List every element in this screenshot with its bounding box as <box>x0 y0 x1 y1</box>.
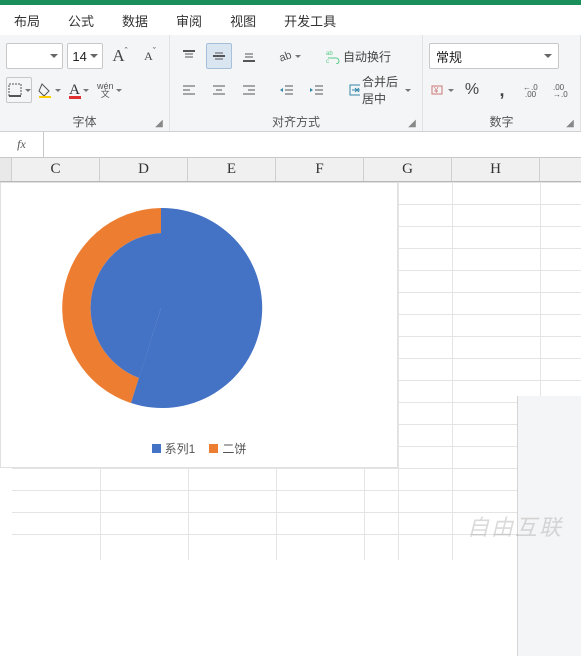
font-size-value: 14 <box>72 49 86 64</box>
watermark: 自由互联 <box>467 510 563 542</box>
tab-view[interactable]: 视图 <box>216 5 270 36</box>
fill-color-icon <box>37 82 53 98</box>
increase-font-icon: A <box>112 46 124 66</box>
borders-icon <box>7 82 23 98</box>
svg-text:c: c <box>326 59 329 64</box>
borders-button[interactable] <box>6 77 32 103</box>
increase-indent-button[interactable] <box>304 77 330 103</box>
increase-decimal-button[interactable]: ←.0.00 <box>519 77 545 103</box>
font-size-combo[interactable]: 14 <box>67 43 103 69</box>
fx-label[interactable]: fx <box>0 132 44 157</box>
number-group-label: 数字 <box>489 113 513 130</box>
currency-button[interactable]: ¥ <box>429 77 455 103</box>
svg-text:ab: ab <box>278 49 293 64</box>
chart-plot-area: 系列1 二饼 <box>1 183 397 467</box>
align-top-icon <box>181 48 197 64</box>
number-group-launcher[interactable]: ◢ <box>564 117 576 129</box>
font-group-launcher[interactable]: ◢ <box>153 117 165 129</box>
orientation-icon: ab <box>277 48 293 64</box>
align-center-icon <box>211 82 227 98</box>
column-headers: C D E F G H <box>0 158 581 182</box>
merge-center-label: 合并后居中 <box>362 73 403 107</box>
merge-center-icon <box>349 82 360 98</box>
worksheet[interactable]: C D E F G H <box>0 158 581 560</box>
percent-button[interactable]: % <box>459 77 485 103</box>
align-center-button[interactable] <box>206 77 232 103</box>
ribbon-group-number: 常规 ¥ % , ←.0.00 .00→.0 <box>423 35 581 131</box>
chart-legend: 系列1 二饼 <box>1 440 397 457</box>
phonetic-icon: wén文 <box>97 82 114 98</box>
align-group-launcher[interactable]: ◢ <box>406 117 418 129</box>
ribbon-tabs: 布局 公式 数据 审阅 视图 开发工具 <box>0 5 581 35</box>
legend-label-1: 系列1 <box>165 440 196 457</box>
legend-item-series1[interactable]: 系列1 <box>152 440 196 457</box>
currency-icon: ¥ <box>430 82 446 98</box>
decrease-indent-button[interactable] <box>274 77 300 103</box>
svg-text:¥: ¥ <box>433 86 439 95</box>
font-group-label: 字体 <box>72 113 96 130</box>
comma-style-button[interactable]: , <box>489 77 515 103</box>
align-middle-icon <box>211 48 227 64</box>
col-header-next[interactable] <box>540 158 581 181</box>
tab-developer[interactable]: 开发工具 <box>270 5 350 36</box>
col-header-g[interactable]: G <box>364 158 452 181</box>
pie-chart <box>1 183 399 469</box>
wrap-text-icon: ab c <box>325 48 341 64</box>
merge-center-button[interactable]: 合并后居中 <box>344 77 416 103</box>
decrease-indent-icon <box>279 82 295 98</box>
decrease-font-icon: A <box>144 49 153 64</box>
svg-text:.00: .00 <box>525 90 537 98</box>
ribbon: 14 Aˆ Aˇ A <box>0 35 581 132</box>
col-header-d[interactable]: D <box>100 158 188 181</box>
align-right-button[interactable] <box>236 77 262 103</box>
col-header-f[interactable]: F <box>276 158 364 181</box>
select-all-corner[interactable] <box>0 158 12 181</box>
align-group-label: 对齐方式 <box>272 113 320 130</box>
percent-icon: % <box>465 81 479 99</box>
tab-data[interactable]: 数据 <box>108 5 162 36</box>
align-bottom-icon <box>241 48 257 64</box>
chart-object[interactable]: 系列1 二饼 <box>0 182 398 468</box>
legend-label-2: 二饼 <box>222 440 246 457</box>
tab-formula[interactable]: 公式 <box>54 5 108 36</box>
decrease-decimal-icon: .00→.0 <box>553 82 571 98</box>
phonetic-button[interactable]: wén文 <box>96 77 123 103</box>
font-name-combo[interactable] <box>6 43 63 69</box>
increase-indent-icon <box>309 82 325 98</box>
svg-text:→.0: →.0 <box>553 90 568 98</box>
number-format-value: 常规 <box>436 47 462 66</box>
align-middle-button[interactable] <box>206 43 232 69</box>
formula-input[interactable] <box>44 132 581 157</box>
col-header-h[interactable]: H <box>452 158 540 181</box>
tab-layout[interactable]: 布局 <box>0 5 54 36</box>
col-header-c[interactable]: C <box>12 158 100 181</box>
align-right-icon <box>241 82 257 98</box>
align-left-button[interactable] <box>176 77 202 103</box>
increase-font-button[interactable]: Aˆ <box>107 43 133 69</box>
wrap-text-label: 自动换行 <box>343 48 391 65</box>
font-color-button[interactable]: A <box>66 77 92 103</box>
ribbon-group-align: ab ab c 自动换行 <box>170 35 423 131</box>
legend-swatch-1 <box>152 444 161 453</box>
increase-decimal-icon: ←.0.00 <box>523 82 541 98</box>
align-top-button[interactable] <box>176 43 202 69</box>
orientation-button[interactable]: ab <box>276 43 302 69</box>
tab-review[interactable]: 审阅 <box>162 5 216 36</box>
svg-text:ab: ab <box>326 51 333 57</box>
legend-swatch-2 <box>209 444 218 453</box>
formula-bar: fx <box>0 132 581 158</box>
fill-color-button[interactable] <box>36 77 62 103</box>
ribbon-group-font: 14 Aˆ Aˇ A <box>0 35 170 131</box>
legend-item-series2[interactable]: 二饼 <box>209 440 246 457</box>
align-left-icon <box>181 82 197 98</box>
comma-icon: , <box>499 80 504 101</box>
number-format-combo[interactable]: 常规 <box>429 43 559 69</box>
align-bottom-button[interactable] <box>236 43 262 69</box>
decrease-font-button[interactable]: Aˇ <box>137 43 163 69</box>
col-header-e[interactable]: E <box>188 158 276 181</box>
decrease-decimal-button[interactable]: .00→.0 <box>549 77 575 103</box>
wrap-text-button[interactable]: ab c 自动换行 <box>320 43 396 69</box>
